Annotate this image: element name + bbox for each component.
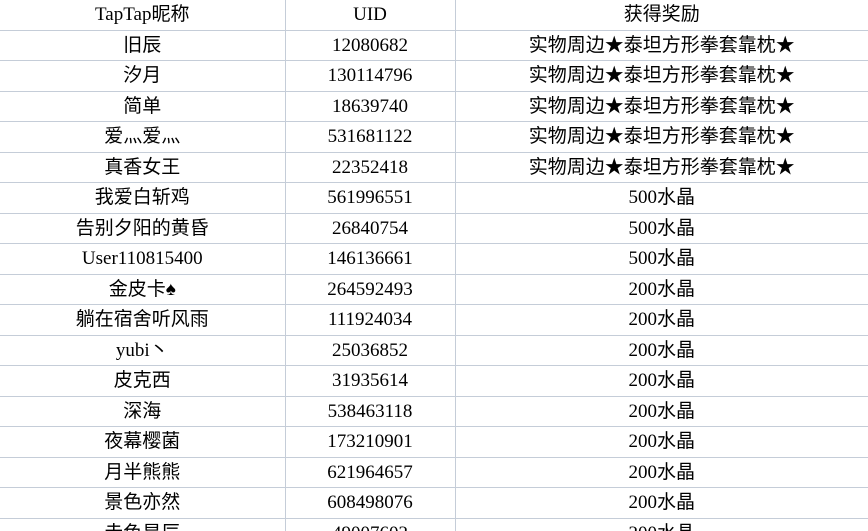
table-row: 景色亦然 608498076 200水晶 <box>0 487 868 519</box>
table-body: 旧辰 12080682 实物周边★泰坦方形拳套靠枕★ 汐月 130114796 实物周边★… <box>0 30 868 531</box>
table-row: 皮克西 31935614 200水晶 <box>0 365 868 397</box>
cell-reward: 实物周边★泰坦方形拳套靠枕★ <box>454 30 868 61</box>
table-header: TapTap昵称 UID 获得奖励 <box>0 0 868 31</box>
cell-uid: 264592493 <box>284 274 455 305</box>
table-row: 真香女王 22352418 实物周边★泰坦方形拳套靠枕★ <box>0 152 868 183</box>
cell-nickname: 告别夕阳的黄昏 <box>0 213 285 244</box>
table-row: 汐月 130114796 实物周边★泰坦方形拳套靠枕★ <box>0 60 868 92</box>
cell-uid: 22352418 <box>284 152 455 183</box>
cell-nickname: 旧辰 <box>0 30 285 61</box>
cell-uid: 18639740 <box>284 91 455 122</box>
table-row: 旧辰 12080682 实物周边★泰坦方形拳套靠枕★ <box>0 30 868 61</box>
cell-nickname: 汐月 <box>0 60 285 92</box>
reward-table: TapTap昵称 UID 获得奖励 旧辰 12080682 实物周边★泰坦方形拳套靠… <box>0 0 868 531</box>
column-header-nickname: TapTap昵称 <box>0 0 285 31</box>
cell-nickname: 皮克西 <box>0 365 285 397</box>
cell-uid: 111924034 <box>284 304 455 336</box>
cell-nickname: 赤色星辰 <box>0 518 285 531</box>
cell-reward: 200水晶 <box>454 518 868 531</box>
cell-uid: 49007602 <box>284 518 455 531</box>
cell-uid: 621964657 <box>284 457 455 488</box>
cell-uid: 561996551 <box>284 182 455 214</box>
cell-reward: 200水晶 <box>454 335 868 366</box>
cell-reward: 200水晶 <box>454 304 868 336</box>
cell-nickname: 真香女王 <box>0 152 285 183</box>
cell-reward: 200水晶 <box>454 426 868 458</box>
cell-nickname: User110815400 <box>0 243 285 275</box>
table-row: 我爱白斩鸡 561996551 500水晶 <box>0 182 868 214</box>
cell-uid: 130114796 <box>284 60 455 92</box>
cell-uid: 26840754 <box>284 213 455 244</box>
cell-uid: 31935614 <box>284 365 455 397</box>
cell-nickname: yubi丶 <box>0 335 285 366</box>
cell-nickname: 景色亦然 <box>0 487 285 519</box>
cell-nickname: 简单 <box>0 91 285 122</box>
cell-reward: 200水晶 <box>454 396 868 427</box>
cell-reward: 实物周边★泰坦方形拳套靠枕★ <box>454 60 868 92</box>
table-row: 月半熊熊 621964657 200水晶 <box>0 457 868 488</box>
cell-reward: 实物周边★泰坦方形拳套靠枕★ <box>454 91 868 122</box>
cell-reward: 200水晶 <box>454 487 868 519</box>
cell-reward: 200水晶 <box>454 365 868 397</box>
cell-uid: 608498076 <box>284 487 455 519</box>
cell-nickname: 我爱白斩鸡 <box>0 182 285 214</box>
column-header-reward: 获得奖励 <box>454 0 868 31</box>
column-header-uid: UID <box>284 0 455 31</box>
cell-uid: 146136661 <box>284 243 455 275</box>
cell-reward: 500水晶 <box>454 182 868 214</box>
cell-reward: 实物周边★泰坦方形拳套靠枕★ <box>454 152 868 183</box>
cell-reward: 500水晶 <box>454 243 868 275</box>
table-row: 深海 538463118 200水晶 <box>0 396 868 427</box>
table-row: 夜幕樱菌 173210901 200水晶 <box>0 426 868 458</box>
table-row: 金皮卡♠ 264592493 200水晶 <box>0 274 868 305</box>
cell-nickname: 金皮卡♠ <box>0 274 285 305</box>
spreadsheet-canvas: TapTap昵称 UID 获得奖励 旧辰 12080682 实物周边★泰坦方形拳套靠… <box>0 0 868 531</box>
table-row: yubi丶 25036852 200水晶 <box>0 335 868 366</box>
cell-nickname: 爱灬爱灬 <box>0 121 285 153</box>
cell-nickname: 夜幕樱菌 <box>0 426 285 458</box>
cell-uid: 12080682 <box>284 30 455 61</box>
cell-nickname: 深海 <box>0 396 285 427</box>
table-row: 简单 18639740 实物周边★泰坦方形拳套靠枕★ <box>0 91 868 122</box>
cell-nickname: 躺在宿舍听风雨 <box>0 304 285 336</box>
table-header-row: TapTap昵称 UID 获得奖励 <box>0 0 868 31</box>
table-row: 赤色星辰49007602200水晶 <box>0 518 868 531</box>
table-row: User110815400 146136661 500水晶 <box>0 243 868 275</box>
cell-reward: 实物周边★泰坦方形拳套靠枕★ <box>454 121 868 153</box>
cell-reward: 500水晶 <box>454 213 868 244</box>
cell-reward: 200水晶 <box>454 274 868 305</box>
cell-uid: 25036852 <box>284 335 455 366</box>
cell-uid: 531681122 <box>284 121 455 153</box>
cell-reward: 200水晶 <box>454 457 868 488</box>
cell-uid: 173210901 <box>284 426 455 458</box>
table-row: 告别夕阳的黄昏 26840754 500水晶 <box>0 213 868 244</box>
cell-nickname: 月半熊熊 <box>0 457 285 488</box>
table-row: 爱灬爱灬 531681122 实物周边★泰坦方形拳套靠枕★ <box>0 121 868 153</box>
table-row: 躺在宿舍听风雨 111924034 200水晶 <box>0 304 868 336</box>
cell-uid: 538463118 <box>284 396 455 427</box>
